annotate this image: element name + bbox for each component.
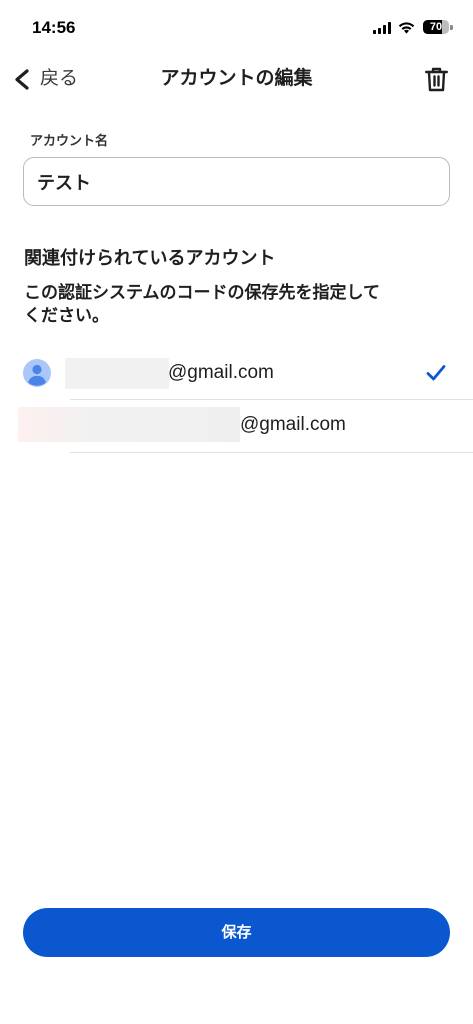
linked-accounts-description: この認証システムのコードの保存先を指定して ください。 <box>24 283 380 325</box>
page-title: アカウントの編集 <box>160 68 313 89</box>
email-local-part <box>65 358 169 389</box>
trash-icon <box>425 67 448 92</box>
checkmark-icon <box>426 365 446 381</box>
person-avatar-icon <box>23 359 51 387</box>
edit-account-screen: 14:56 70 戻る アカウントの編集 アカウント名 テスト 関連付けられてい… <box>0 0 473 1024</box>
delete-account-button[interactable] <box>418 60 455 98</box>
cellular-signal-icon <box>373 22 391 34</box>
wifi-icon <box>398 22 415 34</box>
linked-account-row[interactable]: @gmail.com <box>0 400 473 452</box>
save-button-label: 保存 <box>221 924 252 941</box>
linked-accounts-heading: 関連付けられているアカウント <box>24 248 276 268</box>
battery-icon: 70 <box>423 20 449 34</box>
row-divider <box>70 452 473 453</box>
linked-account-row[interactable]: @gmail.com <box>0 348 473 399</box>
battery-level: 70 <box>429 21 443 33</box>
battery-nub <box>450 24 453 30</box>
save-button[interactable]: 保存 <box>23 908 450 957</box>
email-domain: @gmail.com <box>168 362 274 383</box>
account-name-input[interactable] <box>23 157 450 206</box>
status-time: 14:56 <box>32 18 76 37</box>
account-name-label: アカウント名 <box>30 133 109 148</box>
email-domain: @gmail.com <box>240 414 346 435</box>
email-local-part <box>18 407 240 442</box>
